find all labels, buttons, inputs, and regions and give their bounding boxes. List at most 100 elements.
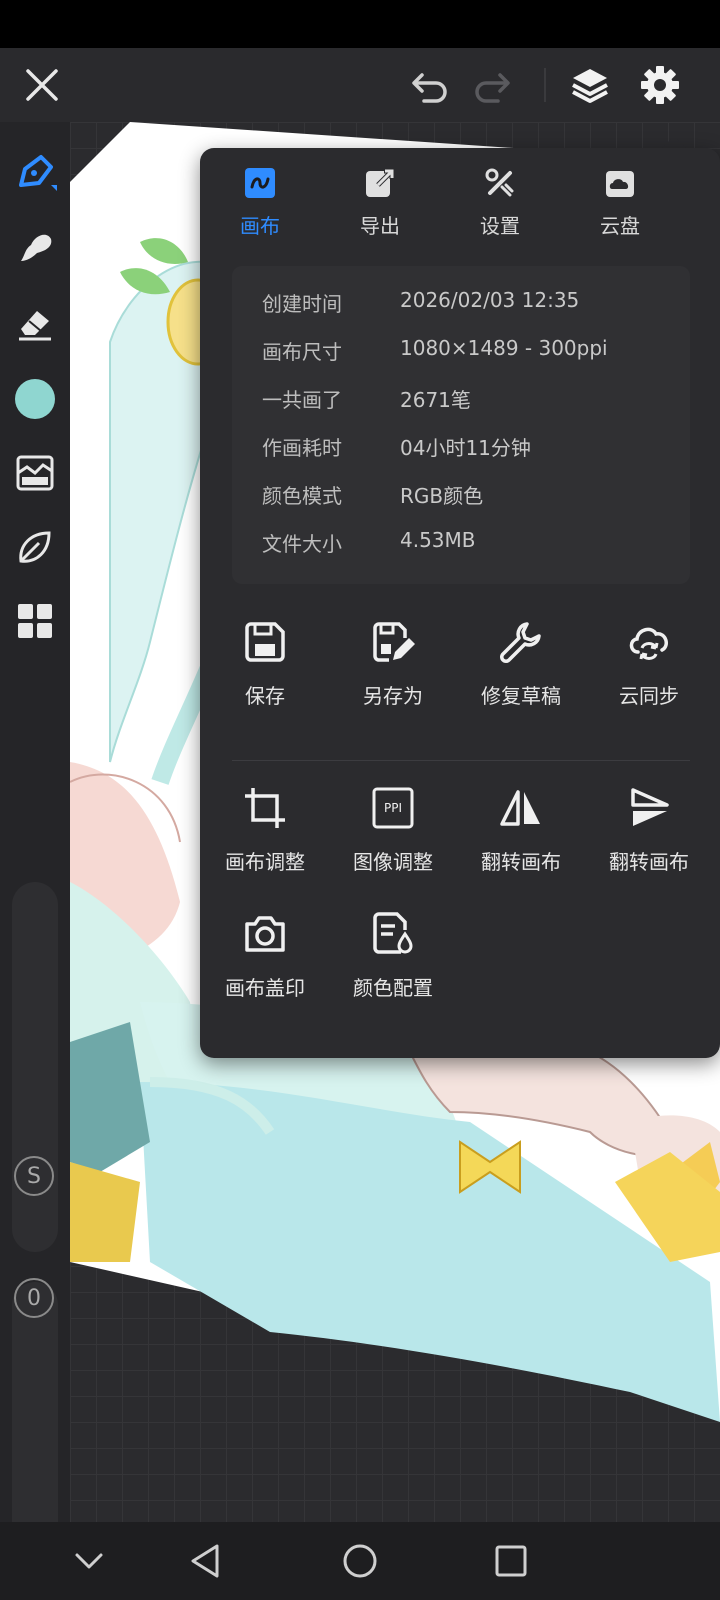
info-value: 2671笔 [400,388,471,412]
back-button[interactable] [180,1536,230,1586]
color-config-icon [373,912,413,954]
canvas-icon [245,168,275,198]
flip-canvas-vertical-label: 翻转画布 [609,850,689,874]
repair-draft-button[interactable]: 修复草稿 [456,618,586,709]
flip-canvas-horizontal-button[interactable]: 翻转画布 [456,784,586,875]
tab-canvas-label: 画布 [240,214,280,238]
panel-pointer [662,136,686,148]
info-key: 文件大小 [262,532,342,556]
grid-tool-button[interactable] [10,596,60,646]
tool-sidebar: S 0 [0,122,70,1562]
opacity-slider-label: 0 [14,1278,54,1318]
image-adjust-label: 图像调整 [353,850,433,874]
back-triangle-icon [191,1544,219,1578]
undo-button[interactable] [400,55,460,115]
settings-button[interactable] [630,55,690,115]
info-key: 画布尺寸 [262,340,342,364]
cloud-sync-label: 云同步 [619,684,679,708]
opacity-slider[interactable] [12,1282,58,1562]
crop-icon [245,788,285,828]
info-key: 创建时间 [262,292,342,316]
eraser-tool-button[interactable] [10,298,60,348]
redo-icon [475,73,510,103]
info-value: RGB颜色 [400,484,484,508]
canvas-stamp-button[interactable]: 画布盖印 [200,910,330,1001]
leaf-tool-button[interactable] [10,522,60,572]
recents-button[interactable] [486,1536,536,1586]
redo-button[interactable] [462,55,522,115]
color-swatch-button[interactable] [10,374,60,424]
leaf-icon [19,531,51,563]
save-as-icon [373,622,415,662]
flip-canvas-horizontal-label: 翻转画布 [481,850,561,874]
status-bar [0,0,720,48]
color-config-label: 颜色配置 [353,976,433,1000]
pen-tool-button[interactable] [10,148,60,198]
info-row: 文件大小 4.53MB [262,528,476,558]
tab-cloud-drive[interactable]: 云盘 [560,166,680,256]
repair-icon [500,622,541,663]
export-icon [366,168,395,197]
brush-size-slider[interactable] [12,882,58,1252]
grid-icon [18,604,52,638]
tab-cloud-drive-label: 云盘 [600,214,640,238]
gear-icon [641,66,679,104]
canvas-stamp-label: 画布盖印 [225,976,305,1000]
repair-draft-label: 修复草稿 [481,684,561,708]
cloud-sync-icon [629,627,668,660]
tab-export[interactable]: 导出 [320,166,440,256]
canvas-info-box: 创建时间 2026/02/03 12:35 画布尺寸 1080×1489 - 3… [232,266,690,584]
layers-button[interactable] [560,55,620,115]
info-value: 2026/02/03 12:35 [400,288,580,312]
chevron-down-icon [75,1553,103,1569]
close-button[interactable] [12,55,72,115]
save-as-button[interactable]: 另存为 [328,618,458,709]
canvas-adjust-button[interactable]: 画布调整 [200,784,330,875]
info-row: 创建时间 2026/02/03 12:35 [262,288,579,318]
layers-icon [572,69,608,103]
info-value: 04小时11分钟 [400,436,531,460]
size-slider-label: S [14,1156,54,1196]
tab-settings-label: 设置 [480,214,520,238]
camera-icon [245,916,285,952]
info-key: 一共画了 [262,388,342,412]
info-value: 1080×1489 - 300ppi [400,336,608,360]
filter-icon [16,455,54,491]
save-icon [245,622,285,662]
color-config-button[interactable]: 颜色配置 [328,910,458,1001]
ppi-badge: PPI [383,801,402,815]
color-swatch [15,379,55,419]
close-icon [26,69,58,101]
flip-canvas-vertical-button[interactable]: 翻转画布 [584,784,714,875]
image-adjust-button[interactable]: PPI 图像调整 [328,784,458,875]
info-row: 一共画了 2671笔 [262,384,471,414]
system-nav-bar [0,1522,720,1600]
info-key: 颜色模式 [262,484,342,508]
smudge-icon [21,234,52,261]
canvas-adjust-label: 画布调整 [225,850,305,874]
info-row: 颜色模式 RGB颜色 [262,480,483,510]
cloud-drive-icon [606,171,634,197]
recents-square-icon [495,1545,527,1577]
info-value: 4.53MB [400,528,476,552]
tab-settings[interactable]: 设置 [440,166,560,256]
home-circle-icon [343,1544,377,1578]
eraser-icon [19,311,51,341]
cloud-sync-button[interactable]: 云同步 [584,618,714,709]
toolbar-divider [544,68,546,102]
tab-canvas[interactable]: 画布 [200,166,320,256]
home-button[interactable] [335,1536,385,1586]
top-toolbar [0,48,720,122]
settings-tools-icon [485,168,514,197]
smudge-tool-button[interactable] [10,222,60,272]
filter-tool-button[interactable] [10,448,60,498]
tab-export-label: 导出 [360,214,400,238]
pen-icon [19,155,57,191]
hide-nav-button[interactable] [64,1536,114,1586]
save-button[interactable]: 保存 [200,618,330,709]
save-label: 保存 [245,684,285,708]
panel-tabs: 画布 导出 设置 云盘 [200,166,720,256]
canvas-menu-panel: 画布 导出 设置 云盘 创建时间 2026/02/03 12:35 画布尺寸 1… [200,148,720,1058]
info-key: 作画耗时 [262,436,342,460]
flip-horizontal-icon [500,790,540,826]
